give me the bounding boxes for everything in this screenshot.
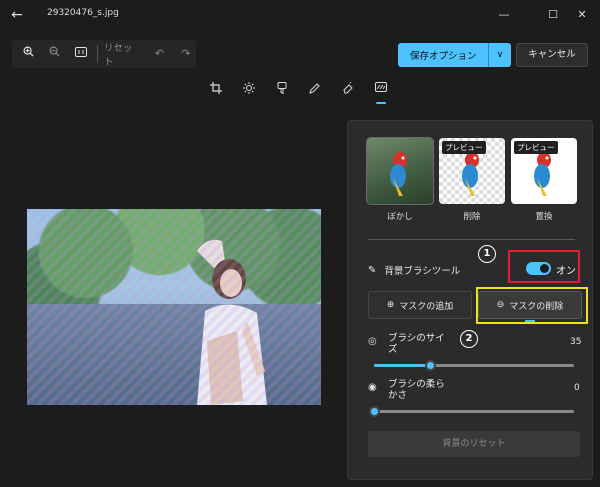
- plus-circle-icon: ⊕: [386, 300, 395, 310]
- edit-tools-bar: [205, 81, 403, 104]
- remove-option-thumbnail[interactable]: プレビュー: [439, 138, 505, 204]
- zoom-toolbar: リセット ↶ ↷: [12, 40, 196, 68]
- filter-icon[interactable]: [271, 82, 293, 98]
- eraser-icon[interactable]: [337, 81, 359, 98]
- maximize-icon[interactable]: ☐: [543, 5, 563, 25]
- replace-option-label: 置換: [535, 212, 553, 222]
- brush-softness-value: 0: [574, 383, 580, 393]
- crop-icon[interactable]: [205, 82, 227, 98]
- brush-softness-label: ブラシの柔らかさ: [388, 379, 445, 401]
- toolbar-divider: [97, 45, 99, 63]
- minimize-icon[interactable]: —: [494, 5, 514, 25]
- file-name: 29320476_s.jpg: [47, 8, 119, 18]
- background-icon[interactable]: [370, 82, 392, 104]
- replace-option-thumbnail[interactable]: プレビュー: [511, 138, 577, 204]
- title-bar: ← 29320476_s.jpg — ☐ ✕: [0, 0, 600, 30]
- blur-option-label: ぼかし: [387, 212, 413, 222]
- yellow-highlight-box: [476, 287, 588, 324]
- preview-badge: プレビュー: [442, 141, 486, 154]
- undo-icon[interactable]: ↶: [149, 43, 169, 65]
- toggle-state-label: オン: [556, 266, 576, 277]
- brush-softness-slider[interactable]: [369, 406, 574, 417]
- preview-badge: プレビュー: [514, 141, 558, 154]
- remove-option-label: 削除: [463, 212, 481, 222]
- reset-background-button[interactable]: 背景のリセット: [368, 431, 580, 457]
- blur-option-thumbnail[interactable]: [366, 137, 434, 205]
- cancel-button[interactable]: キャンセル: [516, 43, 588, 67]
- brightness-icon[interactable]: [238, 82, 260, 98]
- brush-size-slider-thumb[interactable]: [425, 360, 436, 371]
- annotation-marker-2: 2: [460, 330, 478, 348]
- back-arrow-icon[interactable]: ←: [8, 6, 26, 24]
- close-icon[interactable]: ✕: [572, 5, 592, 25]
- brush-softness-slider-thumb[interactable]: [369, 406, 380, 417]
- markup-icon[interactable]: [304, 82, 326, 98]
- brush-tool-title: 背景ブラシツール: [384, 266, 461, 277]
- annotation-marker-1: 1: [478, 245, 496, 263]
- actual-size-icon[interactable]: [71, 43, 91, 65]
- zoom-out-icon[interactable]: [44, 43, 64, 65]
- photo-editor-window: ← 29320476_s.jpg — ☐ ✕ リセット ↶ ↷ 保存オプション …: [0, 0, 600, 487]
- background-panel: プレビュー プレビュー ぼかし 削除 置換 1 ✎ 背景ブラシツール オン ⊕ …: [347, 120, 593, 480]
- brush-softness-icon: ◉: [368, 382, 377, 393]
- add-mask-label: マスクの追加: [399, 301, 454, 312]
- brush-tool-toggle[interactable]: [526, 262, 551, 275]
- panel-divider: [368, 239, 575, 240]
- brush-tool-row: ✎ 背景ブラシツール: [368, 263, 461, 278]
- save-options-label: 保存オプション: [410, 51, 477, 62]
- mask-overlay: [27, 209, 321, 405]
- brush-size-slider[interactable]: [374, 360, 574, 371]
- save-options-button[interactable]: 保存オプション ∨: [398, 43, 511, 67]
- brush-size-slider-fill: [374, 364, 430, 367]
- add-mask-button[interactable]: ⊕ マスクの追加: [368, 291, 472, 319]
- brush-size-icon: ◎: [368, 336, 377, 347]
- brush-icon: ✎: [368, 264, 377, 276]
- reset-button[interactable]: リセット: [104, 40, 139, 68]
- chevron-down-icon[interactable]: ∨: [489, 50, 511, 60]
- brush-size-label: ブラシのサイズ: [388, 333, 445, 355]
- edited-photo: [27, 209, 321, 405]
- zoom-in-icon[interactable]: [18, 43, 38, 65]
- redo-icon[interactable]: ↷: [176, 43, 196, 65]
- brush-size-value: 35: [570, 337, 582, 347]
